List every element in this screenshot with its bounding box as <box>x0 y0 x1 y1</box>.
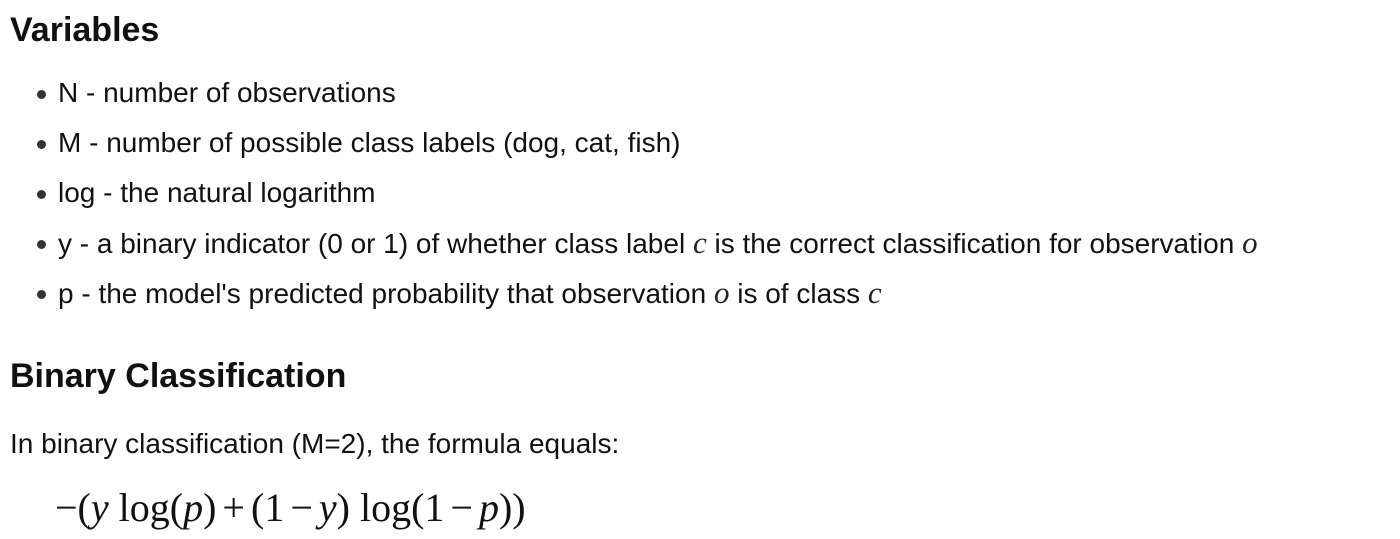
formula-variable-y: y <box>318 485 337 530</box>
formula-part: ) <box>203 485 217 530</box>
list-item-text: log - the natural logarithm <box>58 177 376 208</box>
binary-classification-heading: Binary Classification <box>10 357 347 395</box>
list-item-text: M - number of possible class labels (dog… <box>58 127 681 158</box>
formula-variable-p: p <box>478 485 499 530</box>
list-item-log: log - the natural logarithm <box>0 168 1258 218</box>
list-item-text: N - number of observations <box>58 77 396 108</box>
list-item-text: is of class <box>729 278 868 309</box>
list-item-y: y - a binary indicator (0 or 1) of wheth… <box>0 218 1258 268</box>
list-item-text: is the correct classification for observ… <box>706 228 1243 259</box>
math-variable-c: c <box>867 275 882 310</box>
math-variable-c: c <box>692 225 707 260</box>
formula-variable-y: y <box>90 485 109 530</box>
bullet-icon <box>37 90 46 99</box>
formula-operator: + <box>222 485 245 530</box>
formula-variable-p: p <box>183 485 204 530</box>
formula-part: (1 <box>250 485 285 530</box>
list-item-text: p - the model's predicted probability th… <box>58 278 714 309</box>
list-item-n: N - number of observations <box>0 68 1258 118</box>
bullet-icon <box>37 140 46 149</box>
list-item-p: p - the model's predicted probability th… <box>0 268 1258 318</box>
formula-operator: − <box>450 485 473 530</box>
bullet-icon <box>37 290 46 299</box>
list-item-text: y - a binary indicator (0 or 1) of wheth… <box>58 228 693 259</box>
binary-intro-text: In binary classification (M=2), the form… <box>10 428 620 459</box>
math-variable-o: o <box>713 275 730 310</box>
math-variable-o: o <box>1242 225 1258 260</box>
variables-heading: Variables <box>10 11 160 49</box>
formula-part: ) log(1 <box>336 485 445 530</box>
binary-cross-entropy-formula: −(y log(p) + (1− y) log(1− p)) <box>55 480 526 536</box>
formula-part: log( <box>108 485 184 530</box>
bullet-icon <box>37 240 46 249</box>
variables-list: N - number of observations M - number of… <box>0 68 1258 318</box>
document-page: Variables N - number of observations M -… <box>0 0 1400 539</box>
bullet-icon <box>37 190 46 199</box>
formula-part: −( <box>55 485 91 530</box>
list-item-m: M - number of possible class labels (dog… <box>0 118 1258 168</box>
formula-operator: − <box>290 485 313 530</box>
formula-part: )) <box>498 485 526 530</box>
